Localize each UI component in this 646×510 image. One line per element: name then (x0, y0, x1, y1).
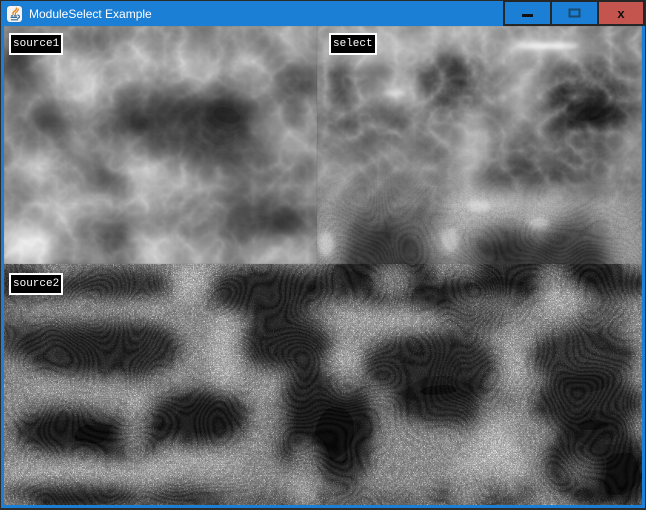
svg-text:x: x (617, 6, 625, 21)
